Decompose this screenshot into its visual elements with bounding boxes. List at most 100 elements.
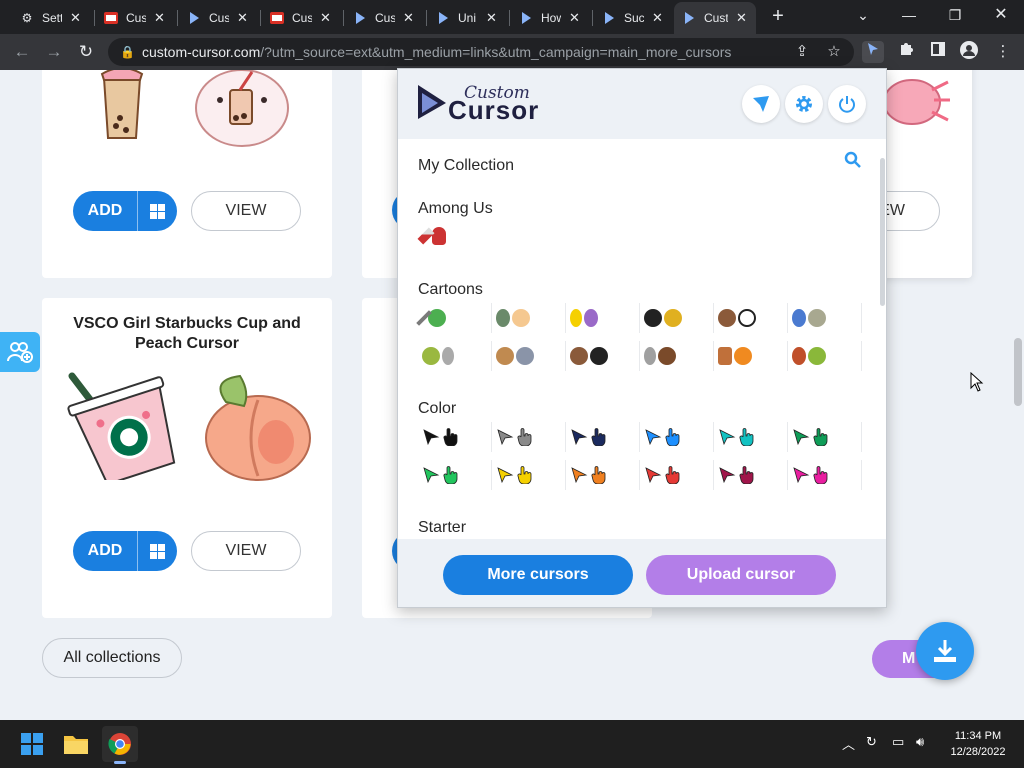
monitor-icon[interactable]: ▭: [892, 734, 904, 750]
close-icon[interactable]: ✕: [736, 10, 747, 26]
crewmate-icon: [432, 227, 446, 245]
start-button[interactable]: [14, 726, 50, 762]
color-hand-cursor-icon: [813, 466, 828, 484]
tab-label: Cus: [292, 11, 312, 25]
cursor-item-color[interactable]: [640, 422, 714, 452]
tab-uni[interactable]: Uni ✕: [428, 5, 497, 31]
cursor-item-color[interactable]: [418, 460, 492, 490]
custom-cursor-extension-icon[interactable]: [862, 41, 884, 63]
tab-custom-cursor-4[interactable]: Cus ✕: [345, 5, 414, 31]
volume-icon[interactable]: 🔊︎: [916, 734, 924, 750]
close-icon[interactable]: ✕: [403, 10, 414, 26]
cursor-item-regular-show[interactable]: [788, 303, 862, 333]
all-collections-button[interactable]: All collections: [42, 638, 182, 678]
restore-button[interactable]: ❐: [940, 4, 970, 28]
tab-label: Cus: [209, 11, 229, 25]
cursor-item-minions[interactable]: [566, 303, 640, 333]
tab-suc[interactable]: Suc ✕: [594, 5, 663, 31]
close-icon[interactable]: ✕: [320, 10, 331, 26]
color-hand-cursor-icon: [813, 428, 828, 446]
cursor-item-color[interactable]: [714, 460, 788, 490]
cursor-item-color[interactable]: [714, 422, 788, 452]
file-explorer-button[interactable]: [58, 726, 94, 762]
sync-icon[interactable]: ↻: [866, 734, 877, 750]
close-icon[interactable]: ✕: [237, 10, 248, 26]
tab-settings[interactable]: ⚙ Setti ✕: [12, 5, 81, 31]
tab-custom-cursor-3[interactable]: Cus ✕: [262, 5, 331, 31]
cursor-item-garfield[interactable]: [714, 341, 788, 371]
close-window-button[interactable]: ✕: [986, 4, 1016, 28]
profile-avatar-icon[interactable]: [958, 41, 980, 63]
bookmark-star-icon[interactable]: ☆: [823, 41, 845, 63]
cursor-item-bears[interactable]: [714, 303, 788, 333]
share-icon[interactable]: ⇪: [791, 41, 813, 63]
tab-custom-cursor-1[interactable]: Cus ✕: [96, 5, 165, 31]
back-button[interactable]: ←: [10, 40, 34, 64]
cursor-item-color[interactable]: [566, 422, 640, 452]
power-button[interactable]: [828, 85, 866, 123]
close-icon[interactable]: ✕: [652, 10, 663, 26]
cursor-arrow-icon: [519, 11, 533, 25]
cursor-item-color[interactable]: [788, 422, 862, 452]
close-icon[interactable]: ✕: [70, 10, 81, 26]
add-button[interactable]: ADD: [73, 531, 177, 571]
cursor-item-felix[interactable]: [640, 303, 714, 333]
cursor-item-httyd[interactable]: [566, 341, 640, 371]
page-scrollbar-thumb[interactable]: [1014, 338, 1022, 406]
color-hand-cursor-icon: [739, 466, 754, 484]
cursor-item-tom-jerry[interactable]: [492, 341, 566, 371]
color-hand-cursor-icon: [591, 428, 606, 446]
address-bar[interactable]: 🔒 custom-cursor.com/?utm_source=ext&utm_…: [108, 38, 854, 66]
reload-button[interactable]: ↻: [74, 40, 98, 64]
cursor-item-color[interactable]: [492, 422, 566, 452]
close-icon[interactable]: ✕: [486, 10, 497, 26]
forward-button[interactable]: →: [42, 40, 66, 64]
popup-scrollbar-thumb[interactable]: [880, 158, 885, 306]
new-tab-button[interactable]: +: [766, 5, 790, 29]
settings-button[interactable]: [785, 85, 823, 123]
windows-logo-icon[interactable]: [137, 191, 177, 231]
close-icon[interactable]: ✕: [154, 10, 165, 26]
download-button[interactable]: [916, 622, 974, 680]
search-icon[interactable]: [844, 151, 862, 174]
cursor-item-tmnt[interactable]: [416, 303, 492, 333]
view-button[interactable]: VIEW: [191, 531, 301, 571]
tab-how[interactable]: How ✕: [511, 5, 580, 31]
cursor-item-color[interactable]: [492, 460, 566, 490]
view-button[interactable]: VIEW: [191, 191, 301, 231]
upload-cursor-button[interactable]: Upload cursor: [646, 555, 836, 595]
popup-footer: More cursors Upload cursor: [398, 539, 886, 607]
color-hand-cursor-icon: [517, 466, 532, 484]
cursor-item-ben10[interactable]: [640, 341, 714, 371]
cursor-toggle-button[interactable]: [742, 85, 780, 123]
cursor-item-color[interactable]: [788, 460, 862, 490]
cursor-item-color[interactable]: [640, 460, 714, 490]
more-cursors-button[interactable]: More cursors: [443, 555, 633, 595]
chevron-up-icon[interactable]: ︿: [842, 734, 855, 753]
cursor-item-shrek[interactable]: [418, 341, 492, 371]
color-arrow-cursor-icon: [497, 467, 514, 484]
windows-logo-icon[interactable]: [137, 531, 177, 571]
cursor-item-simpsons[interactable]: [492, 303, 566, 333]
tab-search-chevron-icon[interactable]: ⌄: [848, 4, 878, 28]
extensions-puzzle-icon[interactable]: [895, 41, 917, 63]
cursor-item-color[interactable]: [418, 422, 492, 452]
tab-custom-cursor-2[interactable]: Cus ✕: [179, 5, 248, 31]
system-clock[interactable]: 11:34 PM 12/28/2022: [944, 728, 1012, 760]
cursor-item-color[interactable]: [566, 460, 640, 490]
minimize-button[interactable]: —: [894, 4, 924, 28]
tab-custom-cursor-active[interactable]: Cust ✕: [674, 2, 756, 34]
add-button[interactable]: ADD: [73, 191, 177, 231]
close-icon[interactable]: ✕: [569, 10, 580, 26]
peach-image: [196, 372, 316, 487]
community-side-tab[interactable]: [0, 332, 40, 372]
browser-tab-strip: ⚙ Setti ✕ Cus ✕ Cus ✕ Cus ✕ Cus ✕ Uni ✕ …: [0, 0, 1024, 34]
tab-label: How: [541, 11, 561, 25]
color-arrow-cursor-icon: [571, 429, 588, 446]
cursor-item-grinch[interactable]: [788, 341, 862, 371]
color-arrow-cursor-icon: [793, 429, 810, 446]
cursor-item-among-us[interactable]: [417, 221, 492, 251]
menu-kebab-icon[interactable]: ⋮: [992, 41, 1014, 63]
chrome-taskbar-button[interactable]: [102, 726, 138, 764]
side-panel-icon[interactable]: [927, 41, 949, 63]
